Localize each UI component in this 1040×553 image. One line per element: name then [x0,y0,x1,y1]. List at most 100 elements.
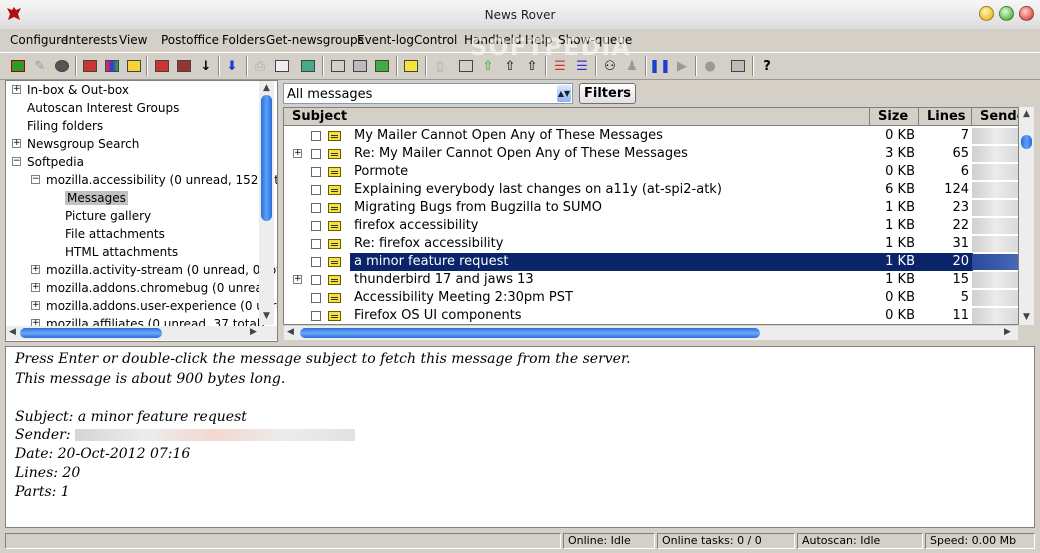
connect-icon[interactable] [8,56,28,76]
tree-vertical-scrollbar[interactable]: ▲ ▼ [259,81,274,325]
message-row[interactable]: + thunderbird 17 and jaws 13 1 KB 15 [284,271,1018,289]
message-checkbox[interactable] [311,167,321,177]
tree-node[interactable]: + In-box & Out-box [12,81,129,99]
groups-icon[interactable] [80,56,100,76]
pause-icon[interactable]: ❚❚ [649,56,671,76]
collapse-icon[interactable]: − [31,175,40,184]
tree-node[interactable]: File attachments [65,225,165,243]
filters-button[interactable]: Filters [579,83,636,104]
scroll-up-icon[interactable]: ▲ [263,83,270,93]
screen-icon[interactable] [372,56,392,76]
tree-node[interactable]: + Newsgroup Search [12,135,139,153]
stack-icon[interactable] [152,56,172,76]
tree-node[interactable]: Messages [65,189,128,207]
expand-icon[interactable]: + [31,283,40,292]
scroll-down-icon[interactable]: ▼ [263,311,270,321]
folder-icon[interactable] [124,56,144,76]
message-row[interactable]: Migrating Bugs from Bugzilla to SUMO 1 KB… [284,199,1018,217]
expand-icon[interactable]: + [31,301,40,310]
upload2-icon[interactable]: ⇧ [500,56,520,76]
colors-icon[interactable] [102,56,122,76]
message-checkbox[interactable] [311,203,321,213]
close-button[interactable] [1019,6,1034,21]
expand-icon[interactable]: + [293,275,302,284]
tree-node[interactable]: − Softpedia [12,153,84,171]
message-row[interactable]: Firefox OS UI components 0 KB 11 [284,307,1018,324]
upload-icon[interactable]: ⇧ [478,56,498,76]
list-hscroll-thumb[interactable] [300,328,760,338]
print-icon[interactable]: ⎙ [250,56,270,76]
upload3-icon[interactable]: ⇧ [522,56,542,76]
message-checkbox[interactable] [311,239,321,249]
message-checkbox[interactable] [311,221,321,231]
menu-configure[interactable]: Configure [10,33,68,47]
tree-horizontal-scrollbar[interactable]: ◀ ▶ [6,326,277,340]
scroll-left-icon[interactable]: ◀ [9,327,16,337]
stop-icon[interactable]: ● [700,56,720,76]
menu-get-newsgroups[interactable]: Get-newsgroups [266,33,364,47]
list2-icon[interactable]: ☰ [572,56,592,76]
minimize-button[interactable] [979,6,994,21]
scroll-up-icon[interactable]: ▲ [1023,109,1030,119]
message-checkbox[interactable] [311,275,321,285]
tree-node[interactable]: + mozilla.addons.chromebug (0 unread, 19 [31,279,277,297]
message-filter-select[interactable]: All messages ▲▼ [283,83,573,104]
column-header-lines[interactable]: Lines [919,108,972,126]
message-row[interactable]: a minor feature request 1 KB 20 [284,253,1018,271]
message-checkbox[interactable] [311,293,321,303]
picture-icon[interactable] [350,56,370,76]
person-icon[interactable]: ♟ [622,56,642,76]
scroll-left-icon[interactable]: ◀ [287,327,294,337]
menu-view[interactable]: View [119,33,147,47]
menu-event-log[interactable]: Event-log [357,33,414,47]
message-checkbox[interactable] [311,257,321,267]
message-row[interactable]: My Mailer Cannot Open Any of These Messa… [284,127,1018,145]
tree-node[interactable]: Filing folders [27,117,103,135]
message-row[interactable]: Explaining everybody last changes on a11… [284,181,1018,199]
list-horizontal-scrollbar[interactable]: ◀ ▶ [284,326,1018,340]
scroll-right-icon[interactable]: ▶ [1004,327,1011,337]
menu-control[interactable]: Control [414,33,457,47]
download-icon[interactable]: ⬇ [222,56,242,76]
expand-icon[interactable]: + [12,139,21,148]
tile-icon[interactable] [328,56,348,76]
expand-icon[interactable]: + [31,265,40,274]
message-checkbox[interactable] [311,149,321,159]
list-scroll-thumb[interactable] [1021,135,1032,149]
tree-node[interactable]: HTML attachments [65,243,178,261]
message-checkbox[interactable] [311,185,321,195]
message-row[interactable]: Pormote 0 KB 6 [284,163,1018,181]
message-row[interactable]: firefox accessibility 1 KB 22 [284,217,1018,235]
column-header-size[interactable]: Size [870,108,919,126]
message-row[interactable]: Re: firefox accessibility 1 KB 31 [284,235,1018,253]
tree-hscroll-thumb[interactable] [20,328,162,338]
message-checkbox[interactable] [311,131,321,141]
arrow-down-icon[interactable]: ↓ [196,56,216,76]
tree-scroll-thumb[interactable] [261,95,272,221]
collapse-icon[interactable]: − [12,157,21,166]
export-icon[interactable] [456,56,476,76]
menu-folders[interactable]: Folders [222,33,265,47]
note-icon[interactable] [401,56,421,76]
disconnect-icon[interactable]: ✎ [30,56,50,76]
message-row[interactable]: Accessibility Meeting 2:30pm PST 0 KB 5 [284,289,1018,307]
message-row[interactable]: + Re: My Mailer Cannot Open Any of These … [284,145,1018,163]
column-header-sender[interactable]: Sende [972,108,1018,126]
binoculars-icon[interactable]: ⚇ [600,56,620,76]
maximize-button[interactable] [999,6,1014,21]
tree-node[interactable]: + mozilla.activity-stream (0 unread, 0 to… [31,261,277,279]
menu-postoffice[interactable]: Postoffice [161,33,219,47]
document-icon[interactable] [272,56,292,76]
expand-icon[interactable]: + [293,149,302,158]
expand-icon[interactable]: + [12,85,21,94]
help-icon[interactable]: ? [757,56,777,76]
image-icon[interactable] [298,56,318,76]
globe-icon[interactable] [52,56,72,76]
play-icon[interactable]: ▶ [672,56,692,76]
phone-icon[interactable]: ▯ [430,56,450,76]
menu-interests[interactable]: Interests [65,33,118,47]
tree-node[interactable]: Picture gallery [65,207,151,225]
tree-node[interactable]: − mozilla.accessibility (0 unread, 152 to… [31,171,277,189]
chevron-updown-icon[interactable]: ▲▼ [557,85,571,102]
scroll-right-icon[interactable]: ▶ [250,327,257,337]
